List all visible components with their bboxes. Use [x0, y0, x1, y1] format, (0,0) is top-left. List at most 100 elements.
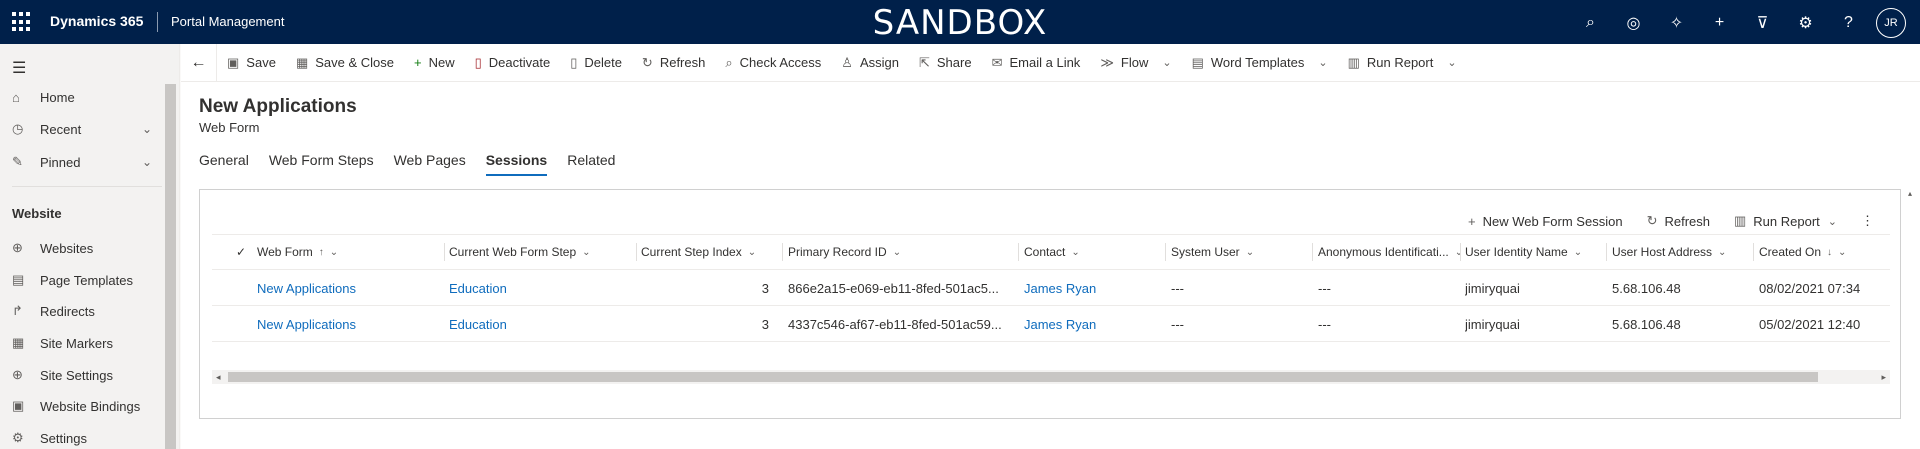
tab-web-pages[interactable]: Web Pages: [394, 152, 466, 176]
scrollbar-thumb[interactable]: [228, 372, 1818, 382]
column-label: Current Web Form Step: [449, 245, 577, 259]
sidebar-item-label: Pinned: [40, 154, 81, 170]
column-label: User Host Address: [1612, 245, 1713, 259]
column-header-current-step[interactable]: Current Web Form Step ⌄: [449, 235, 634, 269]
web-form-link[interactable]: New Applications: [257, 270, 442, 306]
email-link-button[interactable]: ✉ Email a Link: [982, 44, 1091, 82]
identity-name-cell: jimiryquai: [1465, 280, 1520, 296]
sort-ascending-icon: ↑: [318, 246, 324, 258]
column-header-web-form[interactable]: Web Form ↑ ⌄: [257, 235, 437, 269]
table-row[interactable]: New Applications Education 3 4337c546-af…: [212, 306, 1890, 342]
scroll-left-arrow-icon[interactable]: ◂: [216, 370, 221, 384]
save-icon: ▣: [227, 54, 240, 70]
chevron-down-icon: ⌄: [892, 246, 902, 258]
step-link[interactable]: Education: [449, 306, 634, 342]
tab-sessions[interactable]: Sessions: [485, 152, 548, 176]
select-all-checkmark-icon[interactable]: ✓: [236, 235, 256, 269]
run-report-button[interactable]: ▥ Run Report ⌄: [1338, 44, 1467, 82]
refresh-icon: ↻: [1646, 213, 1658, 228]
sessions-subgrid: + New Web Form Session ↻ Refresh ▥ Run Repo…: [199, 189, 1901, 419]
document-icon: ▤: [12, 272, 25, 287]
column-header-user-host-address[interactable]: User Host Address ⌄: [1612, 235, 1752, 269]
search-icon[interactable]: ⌕: [1569, 9, 1612, 37]
sidebar-item-redirects[interactable]: ↱ Redirects: [12, 300, 152, 322]
chevron-down-icon[interactable]: ⌄: [142, 155, 152, 169]
sidebar-item-site-settings[interactable]: ⊕ Site Settings: [12, 364, 152, 386]
gear-icon[interactable]: ⚙: [1784, 9, 1827, 37]
sitemap-sidebar: ☰ ⌂ Home ◷ Recent ⌄ ✎ Pinned ⌄ Website ⊕ Websi…: [0, 44, 180, 449]
tab-general[interactable]: General: [199, 152, 249, 176]
column-divider: [1018, 243, 1019, 261]
column-header-user-identity-name[interactable]: User Identity Name ⌄: [1465, 235, 1605, 269]
lightbulb-icon[interactable]: ✧: [1655, 9, 1698, 37]
chevron-down-icon[interactable]: ⌄: [142, 122, 152, 136]
word-icon: ▤: [1191, 54, 1204, 70]
back-arrow-icon[interactable]: ←: [181, 43, 217, 82]
delete-label: Delete: [584, 55, 622, 70]
column-header-current-step-index[interactable]: Current Step Index ⌄: [641, 235, 781, 269]
contact-link[interactable]: James Ryan: [1024, 270, 1164, 306]
step-link[interactable]: Education: [449, 270, 634, 306]
hamburger-menu-icon[interactable]: ☰: [12, 58, 26, 78]
deactivate-button[interactable]: ▯ Deactivate: [465, 44, 561, 82]
tab-list: General Web Form Steps Web Pages Session…: [199, 152, 615, 176]
scroll-up-arrow-icon[interactable]: ▴: [1908, 189, 1912, 198]
check-access-button[interactable]: ⌕ Check Access: [715, 44, 831, 82]
binding-icon: ▣: [12, 398, 25, 413]
sidebar-item-page-templates[interactable]: ▤ Page Templates: [12, 269, 152, 291]
filter-icon[interactable]: ⊽: [1741, 9, 1784, 37]
column-header-anonymous-identification[interactable]: Anonymous Identificati... ⌄: [1318, 235, 1460, 269]
column-label: Anonymous Identificati...: [1318, 245, 1449, 259]
table-row[interactable]: New Applications Education 3 866e2a15-e0…: [212, 270, 1890, 306]
chevron-down-icon: ⌄: [1162, 57, 1172, 69]
assign-button[interactable]: ♙ Assign: [831, 44, 909, 82]
help-icon[interactable]: ?: [1827, 9, 1870, 37]
sidebar-item-pinned[interactable]: ✎ Pinned ⌄: [12, 151, 152, 173]
new-button[interactable]: + New: [404, 44, 465, 82]
contact-link[interactable]: James Ryan: [1024, 306, 1164, 342]
sidebar-item-label: Redirects: [40, 303, 95, 319]
save-close-button[interactable]: ▦ Save & Close: [286, 44, 404, 82]
refresh-label: Refresh: [1664, 213, 1710, 229]
sidebar-item-websites[interactable]: ⊕ Websites: [12, 237, 152, 259]
column-label: Contact: [1024, 245, 1066, 259]
column-divider: [636, 243, 637, 261]
sidebar-item-settings[interactable]: ⚙ Settings: [12, 427, 152, 449]
sidebar-item-site-markers[interactable]: ▦ Site Markers: [12, 332, 152, 354]
tab-web-form-steps[interactable]: Web Form Steps: [269, 152, 374, 176]
assign-label: Assign: [859, 55, 899, 70]
sidebar-item-home[interactable]: ⌂ Home: [12, 86, 152, 108]
clock-icon: ◷: [12, 121, 24, 136]
tab-related[interactable]: Related: [567, 152, 615, 176]
save-button[interactable]: ▣ Save: [217, 44, 286, 82]
pin-icon: ✎: [12, 154, 23, 169]
sidebar-scrollbar[interactable]: [165, 84, 176, 449]
column-header-system-user[interactable]: System User ⌄: [1171, 235, 1311, 269]
task-icon[interactable]: ◎: [1612, 9, 1655, 37]
scroll-right-arrow-icon[interactable]: ▸: [1881, 370, 1886, 384]
sidebar-item-label: Page Templates: [40, 272, 133, 288]
chevron-down-icon: ⌄: [747, 246, 757, 258]
home-icon: ⌂: [12, 89, 20, 105]
word-templates-button[interactable]: ▤ Word Templates ⌄: [1182, 44, 1338, 82]
refresh-button[interactable]: ↻ Refresh: [632, 44, 715, 82]
flow-label: Flow: [1120, 55, 1149, 70]
column-label: Web Form: [257, 245, 313, 259]
share-button[interactable]: ⇱ Share: [909, 44, 982, 82]
avatar[interactable]: JR: [1876, 8, 1906, 38]
sidebar-item-website-bindings[interactable]: ▣ Website Bindings: [12, 395, 152, 417]
sidebar-item-label: Site Markers: [40, 335, 113, 351]
column-header-primary-record-id[interactable]: Primary Record ID ⌄: [788, 235, 1018, 269]
delete-button[interactable]: ▯ Delete: [560, 44, 632, 82]
web-form-link[interactable]: New Applications: [257, 306, 442, 342]
magnifier-icon: ⌕: [725, 54, 733, 70]
record-title: New Applications: [199, 96, 357, 117]
column-header-created-on[interactable]: Created On ↓ ⌄: [1759, 235, 1890, 269]
horizontal-scrollbar[interactable]: ◂ ▸: [212, 370, 1890, 384]
plus-icon[interactable]: +: [1698, 9, 1741, 37]
column-header-contact[interactable]: Contact ⌄: [1024, 235, 1164, 269]
flow-button[interactable]: ≫ Flow ⌄: [1090, 44, 1181, 82]
sidebar-item-recent[interactable]: ◷ Recent ⌄: [12, 118, 152, 140]
chevron-down-icon: ⌄: [1071, 246, 1080, 258]
top-icons: ⌕ ◎ ✧ + ⊽ ⚙ ? JR: [1569, 8, 1906, 38]
